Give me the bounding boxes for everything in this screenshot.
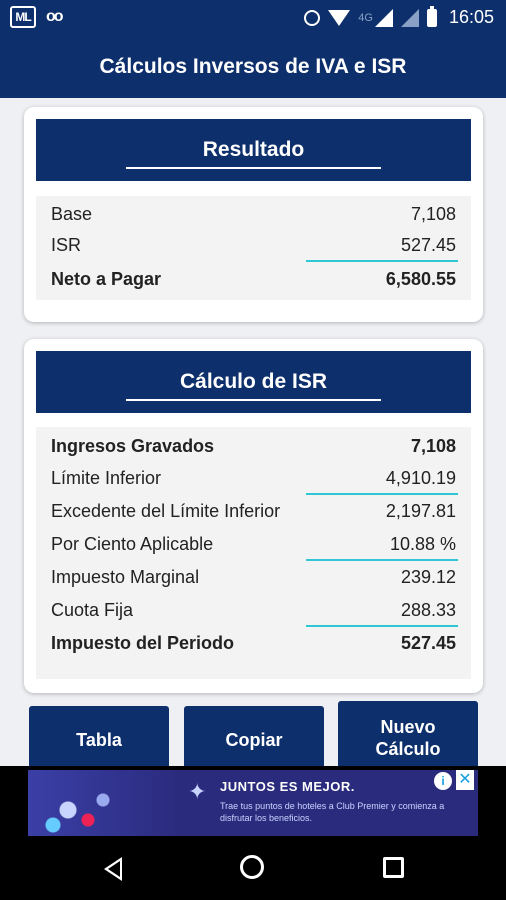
row-label: Excedente del Límite Inferior bbox=[51, 500, 281, 521]
row-value: 4,910.19 bbox=[385, 467, 456, 488]
back-icon[interactable] bbox=[104, 857, 122, 881]
row-label: Por Ciento Aplicable bbox=[51, 533, 214, 554]
ad-info-icon[interactable]: i bbox=[434, 772, 452, 790]
table-row: Límite Inferior 4,910.19 bbox=[36, 462, 471, 495]
home-icon[interactable] bbox=[240, 855, 264, 879]
row-value: 10.88 % bbox=[389, 533, 456, 554]
ad-image bbox=[28, 770, 178, 836]
battery-icon bbox=[426, 5, 437, 27]
row-label: Cuota Fija bbox=[51, 599, 134, 620]
row-label: Límite Inferior bbox=[51, 467, 162, 488]
table-row-total: Impuesto del Periodo 527.45 bbox=[36, 627, 471, 659]
ad-title: JUNTOS ES MEJOR. bbox=[220, 779, 355, 794]
signal-icon-secondary bbox=[400, 8, 419, 27]
row-value: 7,108 bbox=[410, 203, 456, 224]
row-value: 2,197.81 bbox=[385, 500, 456, 521]
ad-close-icon[interactable]: ✕ bbox=[456, 770, 474, 790]
app-notification-icon: ML bbox=[10, 6, 36, 28]
page-title: Cálculos Inversos de IVA e ISR bbox=[99, 55, 407, 78]
row-value: 6,580.55 bbox=[385, 268, 456, 289]
row-label: Base bbox=[51, 203, 93, 224]
table-row: Cuota Fija 288.33 bbox=[36, 594, 471, 627]
row-value: 527.45 bbox=[400, 234, 456, 255]
voicemail-icon: oo bbox=[46, 8, 63, 25]
row-label: Ingresos Gravados bbox=[51, 435, 215, 456]
ad-banner[interactable]: ✦ JUNTOS ES MEJOR. Trae tus puntos de ho… bbox=[0, 766, 506, 839]
network-type: 4G bbox=[358, 11, 373, 24]
sparkle-icon: ✦ bbox=[188, 779, 207, 804]
row-value: 239.12 bbox=[400, 566, 456, 587]
calculo-isr-table: Ingresos Gravados 7,108 Límite Inferior … bbox=[36, 427, 471, 679]
table-row: Impuesto Marginal 239.12 bbox=[36, 561, 471, 593]
copiar-button[interactable]: Copiar bbox=[184, 706, 324, 774]
row-label: Impuesto del Periodo bbox=[51, 632, 235, 653]
row-label: ISR bbox=[51, 234, 82, 255]
table-row-total: Neto a Pagar 6,580.55 bbox=[36, 263, 471, 295]
row-value: 7,108 bbox=[410, 435, 456, 456]
calculo-isr-header: Cálculo de ISR bbox=[36, 351, 471, 413]
signal-icon bbox=[374, 8, 393, 27]
system-nav-bar bbox=[0, 839, 506, 900]
row-label: Impuesto Marginal bbox=[51, 566, 200, 587]
table-row: Ingresos Gravados 7,108 bbox=[36, 430, 471, 462]
table-row: Excedente del Límite Inferior 2,197.81 bbox=[36, 495, 471, 527]
clock: 16:05 bbox=[448, 7, 494, 27]
ad-content[interactable]: ✦ JUNTOS ES MEJOR. Trae tus puntos de ho… bbox=[28, 770, 478, 836]
row-value: 288.33 bbox=[400, 599, 456, 620]
table-row: Base 7,108 bbox=[36, 198, 471, 230]
row-label: Neto a Pagar bbox=[51, 268, 162, 289]
resultado-title: Resultado bbox=[202, 138, 305, 161]
app-bar: Cálculos Inversos de IVA e ISR bbox=[0, 36, 506, 98]
row-value: 527.45 bbox=[400, 632, 456, 653]
table-row: ISR 527.45 bbox=[36, 229, 471, 262]
nuevo-calculo-button[interactable]: Nuevo Cálculo bbox=[338, 701, 478, 774]
recent-apps-icon[interactable] bbox=[383, 857, 404, 878]
ad-text: Trae tus puntos de hoteles a Club Premie… bbox=[220, 801, 445, 823]
calculo-isr-title: Cálculo de ISR bbox=[179, 370, 328, 393]
alarm-icon bbox=[304, 9, 321, 26]
resultado-header: Resultado bbox=[36, 119, 471, 181]
tabla-button[interactable]: Tabla bbox=[29, 706, 169, 774]
resultado-table: Base 7,108 ISR 527.45 Neto a Pagar 6,580… bbox=[36, 196, 471, 300]
status-bar: ML oo 4G 16:05 bbox=[0, 0, 506, 36]
table-row: Por Ciento Aplicable 10.88 % bbox=[36, 528, 471, 561]
wifi-icon bbox=[328, 9, 351, 26]
